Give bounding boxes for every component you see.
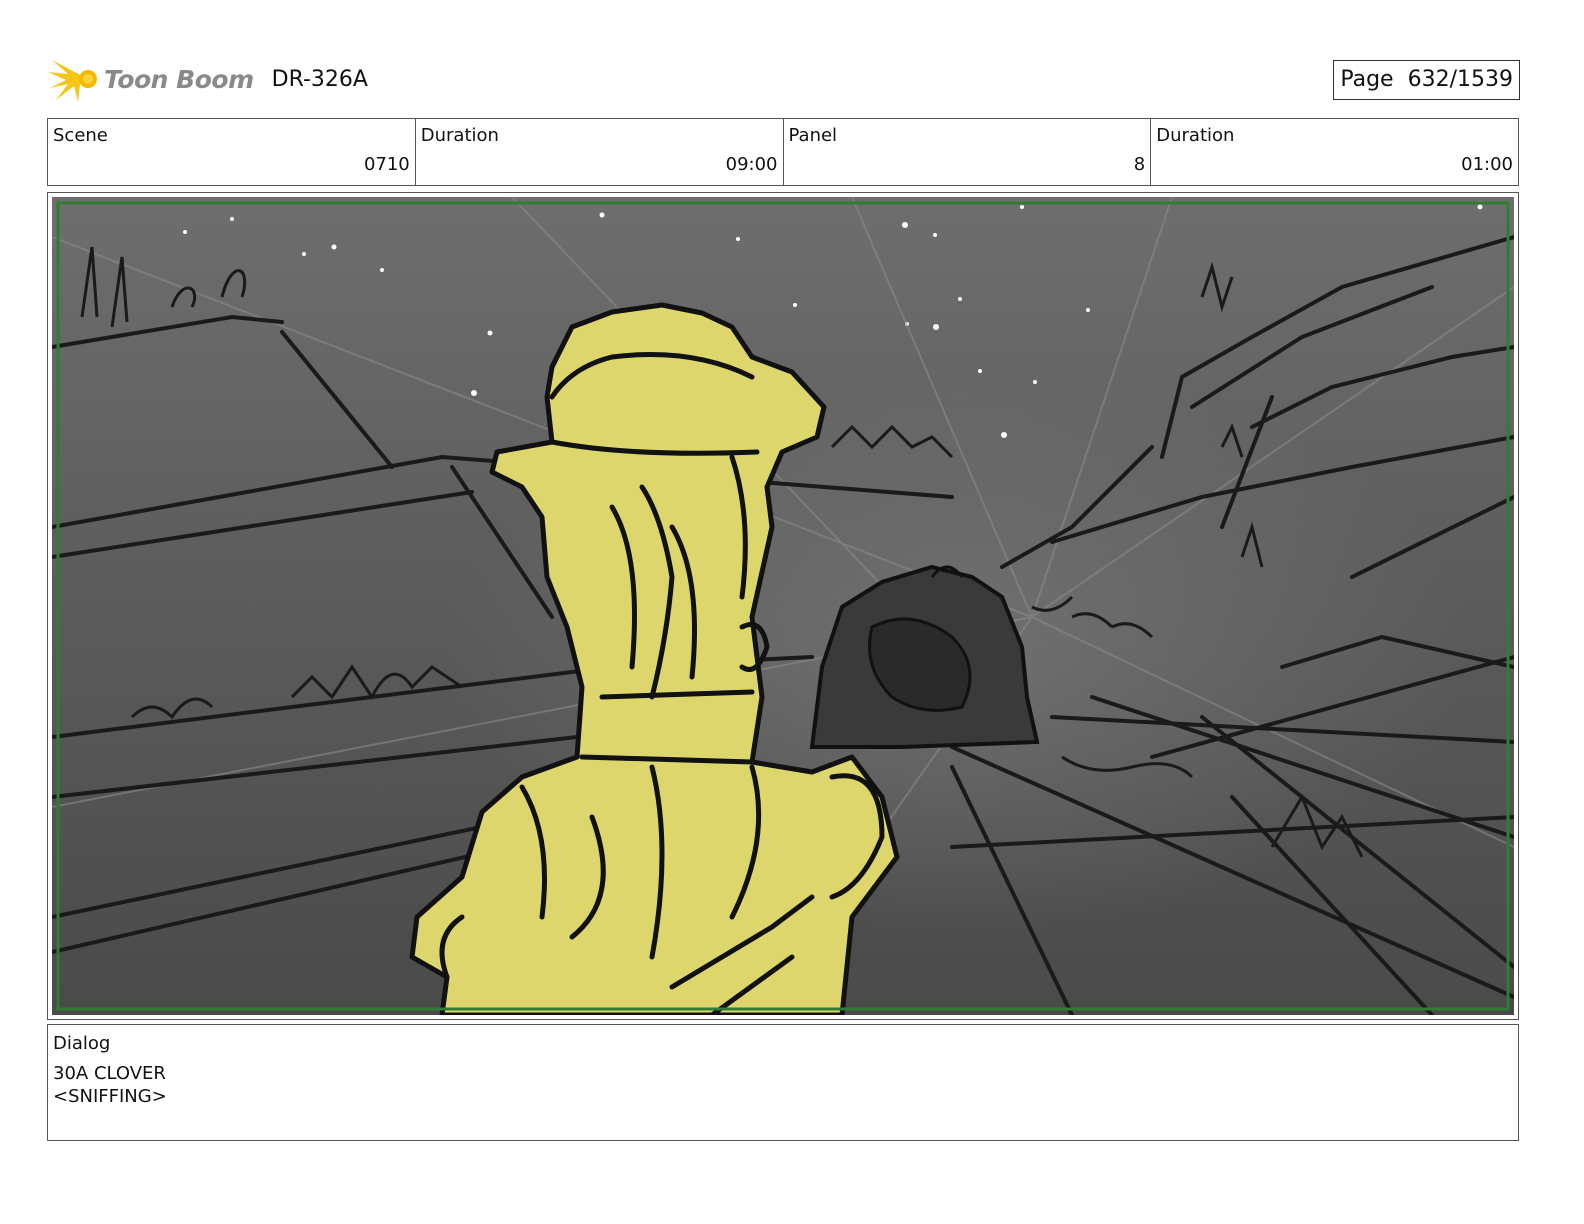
dialog-line-action: <SNIFFING> [53, 1086, 167, 1107]
brand-name: Toon Boom [104, 64, 254, 94]
panel-value: 8 [1133, 154, 1146, 175]
scene-duration-value: 09:00 [725, 154, 778, 175]
page-indicator: Page 632/1539 [1333, 60, 1520, 100]
logo: Toon Boom DR-326A [48, 54, 368, 104]
panel-label: Panel [788, 125, 838, 146]
panel-drawing [52, 197, 1514, 1015]
dialog-box: Dialog 30A CLOVER <SNIFFING> [47, 1024, 1519, 1141]
panel-cell: Panel 8 [784, 119, 1152, 185]
storyboard-panel [47, 192, 1519, 1020]
scene-duration-cell: Duration 09:00 [416, 119, 784, 185]
page-label: Page [1340, 67, 1394, 92]
page-header: Toon Boom DR-326A Page 632/1539 [48, 52, 1520, 108]
scene-value: 0710 [363, 154, 410, 175]
panel-duration-cell: Duration 01:00 [1151, 119, 1518, 185]
scene-cell: Scene 0710 [48, 119, 416, 185]
dialog-label: Dialog [53, 1033, 111, 1054]
panel-duration-label: Duration [1156, 125, 1235, 146]
panel-duration-value: 01:00 [1461, 154, 1513, 175]
page-number: 632/1539 [1407, 67, 1513, 92]
scene-label: Scene [53, 125, 108, 146]
toon-boom-starburst-icon [48, 60, 97, 102]
scene-info-row: Scene 0710 Duration 09:00 Panel 8 Durati… [47, 118, 1519, 186]
document-code: DR-326A [271, 66, 368, 92]
scene-duration-label: Duration [420, 125, 499, 146]
dialog-line-speaker: 30A CLOVER [53, 1063, 166, 1084]
